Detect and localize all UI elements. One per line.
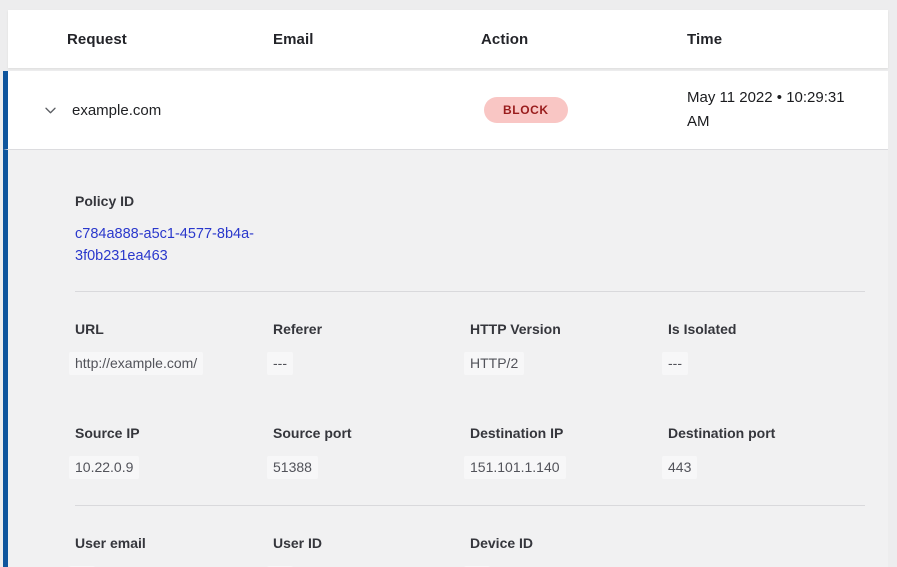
policy-id-label: Policy ID [75,193,865,209]
chevron-down-icon[interactable] [42,102,58,118]
field-label: Destination port [668,425,865,441]
field-destination-port: Destination port 443 [668,425,865,479]
field-value: 443 [662,456,697,479]
policy-id-link[interactable]: c784a888-a5c1-4577-8b4a-3f0b231ea463 [75,223,280,267]
request-value: example.com [72,102,161,119]
log-row[interactable]: example.com BLOCK May 11 2022 • 10:29:31… [3,71,888,149]
field-device-id: Device ID --- [470,535,668,567]
field-is-isolated: Is Isolated --- [668,321,865,375]
field-value: 10.22.0.9 [69,456,139,479]
field-value: --- [267,352,293,375]
field-destination-ip: Destination IP 151.101.1.140 [470,425,668,479]
field-label: User email [75,535,273,551]
policy-id-block: Policy ID c784a888-a5c1-4577-8b4a-3f0b23… [75,193,865,267]
action-cell: BLOCK [481,97,687,123]
field-value: HTTP/2 [464,352,524,375]
table-header: Request Email Action Time [8,10,888,68]
field-label: Device ID [470,535,668,551]
field-source-port: Source port 51388 [273,425,470,479]
field-user-id: User ID --- [273,535,470,567]
column-header-request: Request [67,31,273,48]
section-divider [75,505,865,506]
time-value: May 11 2022 • 10:29:31 AM [687,72,867,148]
field-label: Source port [273,425,470,441]
field-label: URL [75,321,273,337]
field-label: Source IP [75,425,273,441]
field-http-version: HTTP Version HTTP/2 [470,321,668,375]
field-value: 51388 [267,456,318,479]
request-cell: example.com [42,102,273,119]
field-source-ip: Source IP 10.22.0.9 [75,425,273,479]
section-divider [75,291,865,292]
field-value: http://example.com/ [69,352,203,375]
field-referer: Referer --- [273,321,470,375]
field-label: Referer [273,321,470,337]
field-value: 151.101.1.140 [464,456,566,479]
detail-panel: Policy ID c784a888-a5c1-4577-8b4a-3f0b23… [3,149,888,567]
field-label: HTTP Version [470,321,668,337]
action-badge: BLOCK [484,97,568,123]
column-header-action: Action [481,31,687,48]
user-section: User email --- User ID --- Device ID --- [75,535,865,567]
column-header-time: Time [687,31,888,48]
field-user-email: User email --- [75,535,273,567]
field-value: --- [662,352,688,375]
field-label: Destination IP [470,425,668,441]
network-section: Source IP 10.22.0.9 Source port 51388 De… [75,425,865,479]
column-header-email: Email [273,31,481,48]
field-label: User ID [273,535,470,551]
field-url: URL http://example.com/ [75,321,273,375]
http-section: URL http://example.com/ Referer --- HTTP… [75,321,865,375]
field-label: Is Isolated [668,321,865,337]
